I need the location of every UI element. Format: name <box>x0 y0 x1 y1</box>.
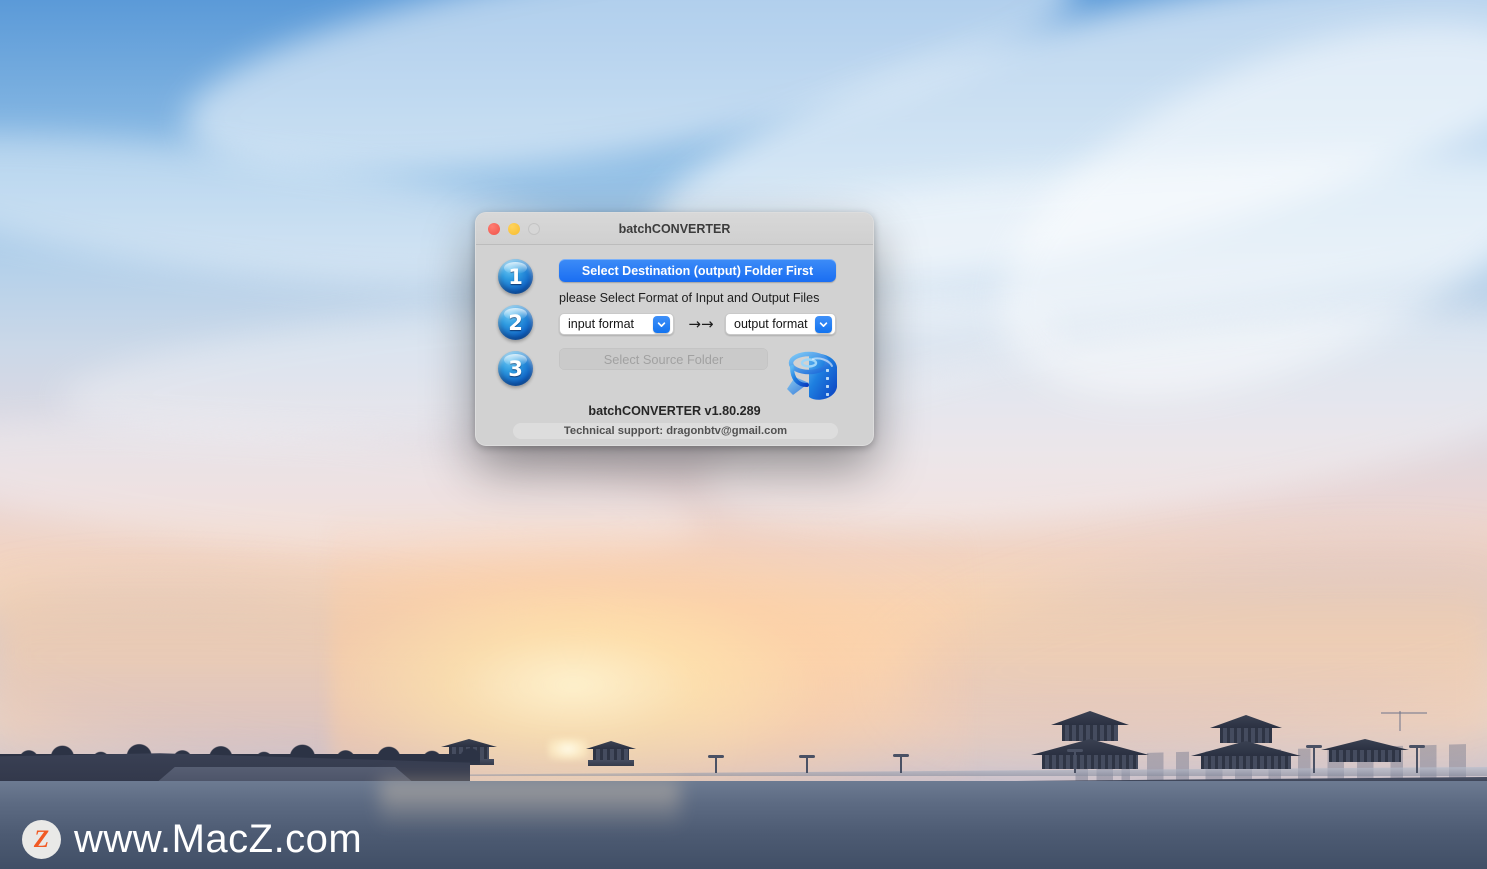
street-lamp <box>1067 749 1083 773</box>
version-label: batchCONVERTER v1.80.289 <box>588 404 761 418</box>
sun-disc <box>548 738 588 760</box>
construction-crane <box>1399 711 1401 731</box>
construction-crane <box>1381 712 1427 714</box>
street-lamp <box>708 755 724 773</box>
output-format-dropdown[interactable]: output format <box>725 313 836 335</box>
select-source-folder-button[interactable]: Select Source Folder <box>559 348 768 370</box>
window-content: 1 2 3 Select Destination (output) Folder… <box>476 245 873 445</box>
conversion-arrows-icon: →→ <box>688 315 714 333</box>
select-destination-folder-button[interactable]: Select Destination (output) Folder First <box>559 259 836 282</box>
step-badge-1: 1 <box>498 259 533 294</box>
chevron-down-icon[interactable] <box>653 315 670 333</box>
bridge-pavilion <box>1190 715 1302 773</box>
water-reflection <box>380 781 680 829</box>
bridge-pavilion <box>1030 711 1150 773</box>
support-email-label: Technical support: dragonbtv@gmail.com <box>563 425 788 437</box>
zoom-button-icon <box>528 222 540 235</box>
macz-watermark: Z www.MacZ.com <box>22 817 362 862</box>
output-format-value: output format <box>734 317 808 331</box>
window-controls <box>488 222 540 235</box>
step-badge-3: 3 <box>498 351 533 386</box>
street-lamp <box>893 754 909 773</box>
street-lamp <box>799 755 815 773</box>
macz-logo-icon: Z <box>22 820 61 859</box>
macz-watermark-text: www.MacZ.com <box>74 817 363 861</box>
input-format-value: input format <box>568 317 635 331</box>
format-instruction-label: please Select Format of Input and Output… <box>559 291 820 305</box>
film-roll-icon <box>779 339 849 409</box>
minimize-button-icon[interactable] <box>508 222 520 235</box>
input-format-dropdown[interactable]: input format <box>559 313 674 335</box>
desktop-wallpaper: Z www.MacZ.com batchCONVERTER 1 2 3 Sele… <box>0 0 1487 869</box>
bridge-pavilion <box>585 741 637 773</box>
street-lamp <box>1409 745 1425 773</box>
support-pill: Technical support: dragonbtv@gmail.com <box>513 423 838 439</box>
street-lamp <box>1306 745 1322 773</box>
bridge-pavilion <box>1320 739 1410 773</box>
chevron-down-icon[interactable] <box>815 315 832 333</box>
step-badge-2: 2 <box>498 305 533 340</box>
close-button-icon[interactable] <box>488 222 500 235</box>
batchconverter-window: batchCONVERTER 1 2 3 Select Destination … <box>475 212 874 446</box>
window-titlebar[interactable]: batchCONVERTER <box>476 213 873 245</box>
